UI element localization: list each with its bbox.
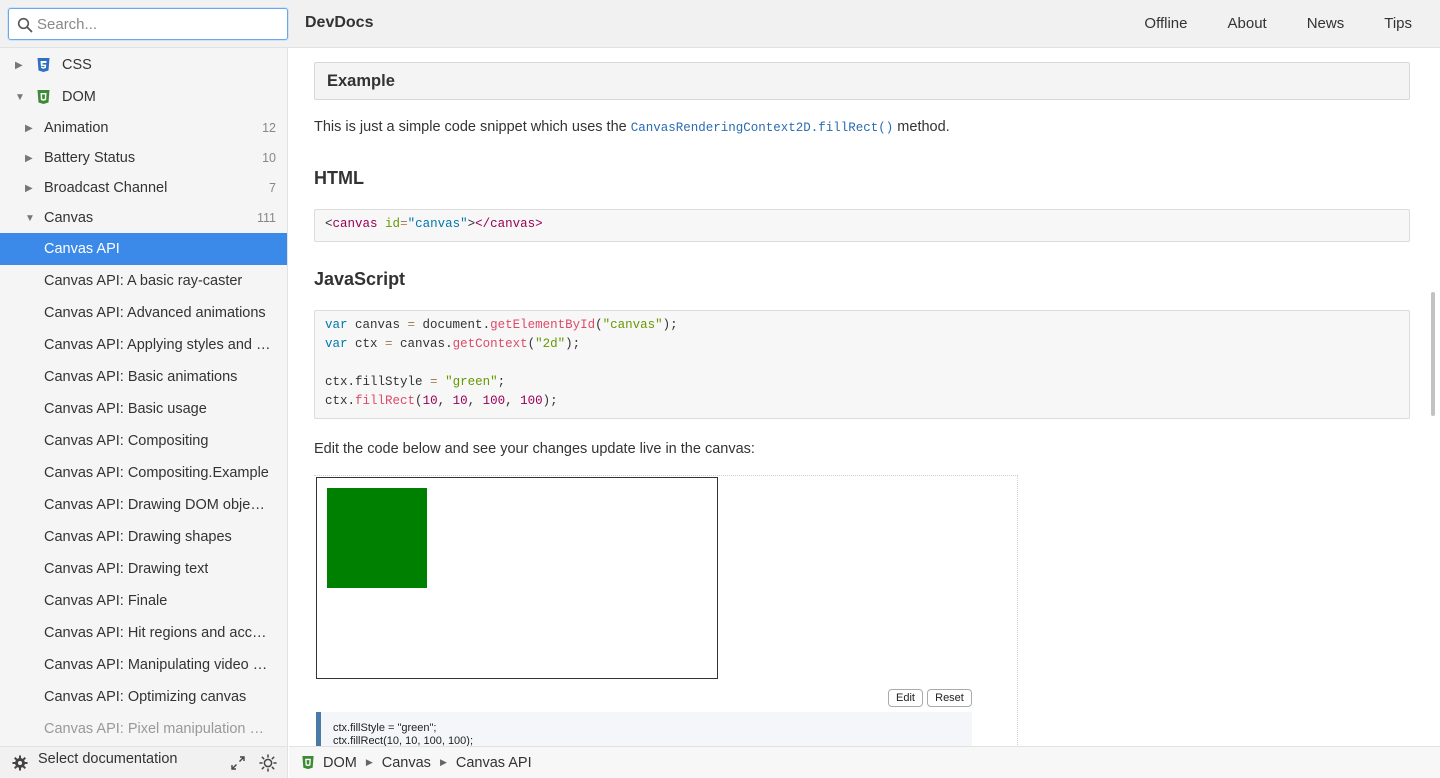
sidebar-item[interactable]: Canvas API: Compositing.Example <box>0 457 287 489</box>
sidebar-item[interactable]: Canvas API: Advanced animations <box>0 297 287 329</box>
sidebar-item[interactable]: ▶ CSS <box>0 49 287 81</box>
search-icon <box>17 17 33 33</box>
sidebar-item-count: 12 <box>262 121 276 135</box>
sidebar-item-label: Canvas API: Advanced animations <box>44 305 266 321</box>
sidebar-item[interactable]: Canvas API: Drawing text <box>0 553 287 585</box>
select-documentation-link[interactable]: Select documentation <box>38 751 177 767</box>
sidebar-item[interactable]: Canvas API: Manipulating video using can… <box>0 649 287 681</box>
sidebar-item-label: Canvas API: Optimizing canvas <box>44 689 247 705</box>
caret-down-icon[interactable]: ▼ <box>15 92 25 103</box>
css3-icon <box>37 58 50 72</box>
content-scrollbar[interactable] <box>1431 292 1435 416</box>
breadcrumb-separator-icon: ▶ <box>365 757 373 767</box>
sidebar-item-label: Broadcast Channel <box>44 180 168 196</box>
sidebar-item[interactable]: ▶ Animation 12 <box>0 112 287 144</box>
sidebar-footer: Select documentation <box>0 746 288 778</box>
sidebar-item-label: CSS <box>62 57 92 73</box>
sidebar-item-label: Canvas API: Compositing.Example <box>44 465 269 481</box>
gear-icon[interactable] <box>12 755 28 771</box>
nav-news[interactable]: News <box>1287 0 1365 48</box>
breadcrumb-dom[interactable]: DOM <box>323 755 357 771</box>
sidebar-item-count: 7 <box>269 181 276 195</box>
breadcrumb-canvas-api[interactable]: Canvas API <box>456 755 532 771</box>
sidebar-item[interactable]: ▼ Canvas 111 <box>0 202 287 234</box>
caret-right-icon[interactable]: ▶ <box>15 60 23 71</box>
sidebar[interactable]: ▶ CSS ▼ DOM ▶ Animation 12 ▶ Battery Status 10 ▶ Br… <box>0 48 288 746</box>
search-box[interactable] <box>8 8 288 40</box>
sidebar-item[interactable]: Canvas API: Applying styles and colors <box>0 329 287 361</box>
top-nav: Offline About News Tips <box>1124 0 1440 48</box>
sidebar-item[interactable]: Canvas API: Hit regions and accessibilit… <box>0 617 287 649</box>
sidebar-item[interactable]: Canvas API: Drawing shapes <box>0 521 287 553</box>
intro-paragraph: This is just a simple code snippet which… <box>314 119 950 135</box>
caret-down-icon[interactable]: ▼ <box>25 213 35 224</box>
caret-right-icon[interactable]: ▶ <box>25 153 33 164</box>
sidebar-item-label: Canvas API: Applying styles and colors <box>44 337 272 353</box>
fillrect-link[interactable]: CanvasRenderingContext2D.fillRect() <box>631 121 894 135</box>
sun-icon[interactable] <box>259 754 277 772</box>
html-heading: HTML <box>314 168 364 188</box>
html-code-block: <canvas id="canvas"></canvas> <box>314 209 1410 242</box>
live-code-editor[interactable]: ctx.fillStyle = "green"; ctx.fillRect(10… <box>316 712 972 746</box>
sidebar-item-label: DOM <box>62 89 96 105</box>
reset-button[interactable]: Reset <box>927 689 972 707</box>
sidebar-item[interactable]: Canvas API: Pixel manipulation with canv… <box>0 713 287 745</box>
sidebar-item[interactable]: Canvas API: Finale <box>0 585 287 617</box>
sidebar-item[interactable]: Canvas API <box>0 233 287 265</box>
nav-offline[interactable]: Offline <box>1124 0 1207 48</box>
search-input[interactable] <box>37 10 283 38</box>
sidebar-item-label: Canvas API: Drawing shapes <box>44 529 232 545</box>
edit-button[interactable]: Edit <box>888 689 923 707</box>
sidebar-item[interactable]: ▶ Broadcast Channel 7 <box>0 172 287 204</box>
sidebar-item-count: 10 <box>262 151 276 165</box>
sidebar-item-label: Canvas API <box>44 241 120 257</box>
sidebar-item-label: Canvas <box>44 210 94 226</box>
sidebar-item-label: Canvas API: Pixel manipulation with canv… <box>44 721 272 737</box>
sidebar-item[interactable]: Canvas API: A basic ray-caster <box>0 265 287 297</box>
sidebar-item[interactable]: Canvas API: Basic animations <box>0 361 287 393</box>
example-heading: Example <box>314 62 1410 100</box>
sidebar-item-label: Canvas API: Basic animations <box>44 369 238 385</box>
caret-right-icon[interactable]: ▶ <box>25 183 33 194</box>
html5-icon <box>302 755 314 770</box>
top-bar: DevDocs Offline About News Tips <box>0 0 1440 48</box>
sidebar-item-label: Canvas API: Drawing DOM objects into a c… <box>44 497 272 513</box>
sidebar-item[interactable]: Canvas API: Basic usage <box>0 393 287 425</box>
sidebar-item-label: Canvas API: Finale <box>44 593 168 609</box>
sidebar-item[interactable]: Canvas API: Drawing DOM objects into a c… <box>0 489 287 521</box>
html5-icon <box>37 90 50 104</box>
breadcrumb-separator-icon: ▶ <box>439 757 447 767</box>
green-rectangle <box>327 488 427 588</box>
live-edit-paragraph: Edit the code below and see your changes… <box>314 441 755 457</box>
sidebar-item-label: Animation <box>44 120 109 136</box>
sidebar-item[interactable]: Canvas API: Optimizing canvas <box>0 681 287 713</box>
sidebar-item-label: Canvas API: Drawing text <box>44 561 209 577</box>
caret-right-icon[interactable]: ▶ <box>25 123 33 134</box>
sidebar-item[interactable]: ▼ DOM <box>0 81 287 113</box>
sidebar-item-label: Canvas API: Basic usage <box>44 401 207 417</box>
app-title[interactable]: DevDocs <box>305 14 373 32</box>
breadcrumb-canvas[interactable]: Canvas <box>382 755 431 771</box>
breadcrumb: DOM ▶ Canvas ▶ Canvas API <box>289 746 1440 778</box>
main-content: Example This is just a simple code snipp… <box>289 48 1440 746</box>
nav-about[interactable]: About <box>1208 0 1287 48</box>
canvas-output <box>316 477 718 679</box>
sidebar-item-label: Canvas API: Compositing <box>44 433 209 449</box>
nav-tips[interactable]: Tips <box>1364 0 1440 48</box>
sidebar-item[interactable]: ▶ Battery Status 10 <box>0 142 287 174</box>
sidebar-item-label: Canvas API: Hit regions and accessibilit… <box>44 625 272 641</box>
expand-icon[interactable] <box>230 755 246 771</box>
sidebar-item-label: Battery Status <box>44 150 136 166</box>
sidebar-item-label: Canvas API: Manipulating video using can… <box>44 657 272 673</box>
intro-text: This is just a simple code snippet which… <box>314 119 631 135</box>
javascript-code-block: var canvas = document.getElementById("ca… <box>314 310 1410 419</box>
intro-text-end: method. <box>893 119 950 135</box>
javascript-heading: JavaScript <box>314 269 406 289</box>
sidebar-item[interactable]: Canvas API: Compositing <box>0 425 287 457</box>
sidebar-item-label: Canvas API: A basic ray-caster <box>44 273 243 289</box>
sidebar-item-count: 111 <box>256 211 276 225</box>
